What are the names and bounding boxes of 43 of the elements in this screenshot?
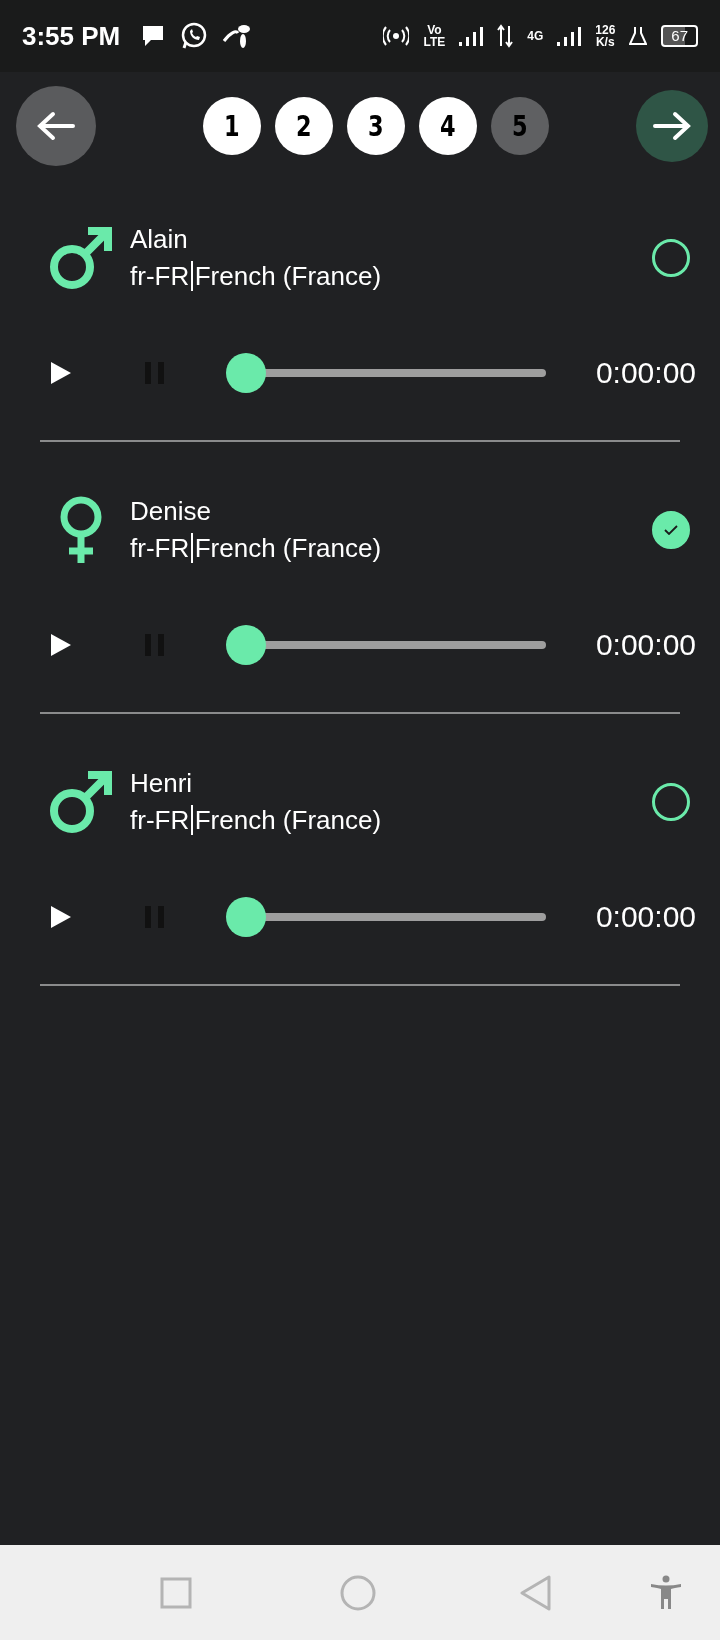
playback-time: 0:00:00 [595,356,696,390]
step-number[interactable]: 1 [203,97,261,155]
step-number[interactable]: 3 [347,97,405,155]
select-radio[interactable] [652,783,690,821]
voice-language: fr-FR French (France) [130,261,383,292]
male-symbol-icon [48,769,114,835]
network-speed: 126 K/s [595,24,616,48]
progress-slider[interactable] [226,897,546,937]
play-button[interactable] [50,905,72,929]
flower-logo-icon [222,23,253,49]
status-time: 3:55 PM [22,20,121,52]
next-arrow-icon [653,111,691,141]
select-radio[interactable] [652,511,690,549]
battery-level: 67 [661,25,698,47]
whatsapp-icon [180,22,209,50]
male-symbol-icon [48,225,114,291]
volte-label: Vo LTE [423,24,446,48]
accessibility-button[interactable] [650,1574,682,1611]
step-number[interactable]: 4 [419,97,477,155]
voice-language: fr-FR French (France) [130,805,383,836]
voice-name: Alain [130,224,189,255]
voice-name: Denise [130,496,212,527]
back-arrow-icon [37,111,75,141]
signal-icon [459,25,484,47]
flask-icon [629,26,648,46]
slider-thumb[interactable] [226,897,266,937]
playback-time: 0:00:00 [595,628,696,662]
play-button[interactable] [50,361,72,385]
signal-icon [557,25,582,47]
progress-slider[interactable] [226,625,546,665]
data-arrows-icon [497,24,514,48]
select-radio[interactable] [652,239,690,277]
check-icon [664,525,678,535]
progress-slider[interactable] [226,353,546,393]
network-type-label: 4G [527,29,544,43]
slider-thumb[interactable] [226,353,266,393]
slider-thumb[interactable] [226,625,266,665]
step-number[interactable]: 2 [275,97,333,155]
play-button[interactable] [50,633,72,657]
playback-time: 0:00:00 [595,900,696,934]
hotspot-icon [383,26,410,46]
voice-language: fr-FR French (France) [130,533,383,564]
voice-name: Henri [130,768,194,799]
